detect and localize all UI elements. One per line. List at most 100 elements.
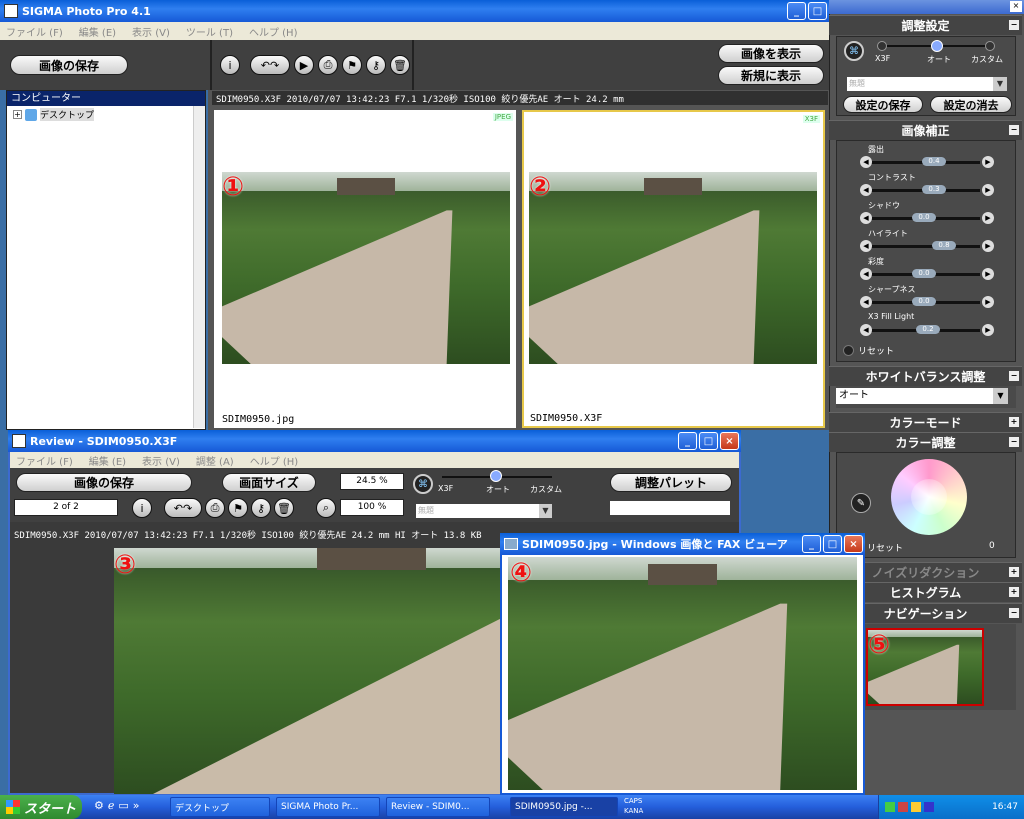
preset-select[interactable]: 無題 ▼: [847, 77, 1007, 91]
zoom-field[interactable]: 24.5 %: [340, 473, 404, 490]
tray-icon[interactable]: [885, 802, 895, 812]
review-mode-dot[interactable]: [490, 470, 502, 482]
minimize-button[interactable]: _: [802, 535, 821, 553]
task-desktop[interactable]: デスクトップ: [170, 797, 270, 817]
close-button[interactable]: ×: [844, 535, 863, 553]
palette-close-icon[interactable]: ×: [1010, 1, 1022, 12]
new-show-button[interactable]: 新規に表示: [718, 66, 824, 85]
tree-item-desktop[interactable]: + デスクトップ: [7, 106, 205, 123]
zoom-tool[interactable]: ⌕: [316, 498, 336, 518]
review-save-button[interactable]: 画像の保存: [16, 473, 192, 492]
minimize-button[interactable]: _: [678, 432, 697, 450]
folder-icon[interactable]: ▭: [118, 799, 128, 812]
minimize-button[interactable]: _: [787, 2, 806, 20]
maximize-button[interactable]: □: [808, 2, 827, 20]
more-icon[interactable]: »: [133, 799, 140, 812]
save-settings-button[interactable]: 設定の保存: [843, 96, 923, 113]
mode-icon[interactable]: ⌘: [844, 41, 864, 61]
print-icon[interactable]: ⎙: [318, 55, 338, 75]
collapse-icon[interactable]: −: [1009, 125, 1019, 135]
white-balance-select[interactable]: オート ▼: [836, 388, 1008, 404]
key-icon[interactable]: ⚷: [366, 55, 386, 75]
explorer-icon[interactable]: ⚙: [94, 799, 104, 812]
section-color-mode[interactable]: カラーモード +: [829, 412, 1022, 432]
collapse-icon[interactable]: −: [1009, 20, 1019, 30]
chevron-down-icon[interactable]: ▼: [993, 77, 1007, 91]
clear-settings-button[interactable]: 設定の消去: [930, 96, 1012, 113]
task-review[interactable]: Review - SDIM0...: [386, 797, 490, 817]
screen-size-button[interactable]: 画面サイズ: [222, 473, 316, 492]
palette-titlebar[interactable]: ×: [829, 0, 1024, 14]
flag-icon[interactable]: ⚑: [342, 55, 362, 75]
menu-file[interactable]: ファイル (F): [6, 24, 63, 39]
review-mode-icon[interactable]: ⌘: [413, 474, 433, 494]
expand-icon[interactable]: +: [1009, 417, 1019, 427]
slider-shadow[interactable]: シャドウ ◀ ▶ 0.0: [860, 200, 994, 228]
task-viewer[interactable]: SDIM0950.jpg -...: [510, 797, 618, 817]
chevron-down-icon[interactable]: ▼: [539, 504, 552, 518]
mode-dot-x3f[interactable]: [877, 41, 887, 51]
section-image-correction[interactable]: 画像補正 −: [829, 120, 1022, 140]
menu-view[interactable]: 表示 (V): [142, 453, 180, 468]
review-titlebar[interactable]: Review - SDIM0950.X3F _ □ ×: [8, 430, 741, 452]
slider-contrast[interactable]: コントラスト ◀ ▶ 0.3: [860, 172, 994, 200]
trash-icon[interactable]: 🗑: [390, 55, 410, 75]
print-icon[interactable]: ⎙: [205, 498, 225, 518]
collapse-icon[interactable]: −: [1009, 371, 1019, 381]
rotate-icon[interactable]: ↶↷: [164, 498, 202, 518]
slider-exposure[interactable]: 露出 ◀ ▶ 0.4: [860, 144, 994, 172]
close-button[interactable]: ×: [720, 432, 739, 450]
expand-icon[interactable]: +: [13, 110, 22, 119]
trash-icon[interactable]: 🗑: [274, 498, 294, 518]
section-white-balance[interactable]: ホワイトバランス調整 −: [829, 366, 1022, 386]
menu-adjust[interactable]: 調整 (A): [196, 453, 234, 468]
start-button[interactable]: スタート: [0, 795, 82, 819]
menu-help[interactable]: ヘルプ (H): [250, 453, 299, 468]
mode-dot-custom[interactable]: [985, 41, 995, 51]
menu-help[interactable]: ヘルプ (H): [249, 24, 298, 39]
show-image-button[interactable]: 画像を表示: [718, 44, 824, 63]
save-image-button[interactable]: 画像の保存: [10, 55, 128, 75]
tray-icon[interactable]: [911, 802, 921, 812]
slider-fill-light[interactable]: X3 Fill Light ◀ ▶ 0.2: [860, 312, 994, 340]
menu-tools[interactable]: ツール (T): [186, 24, 233, 39]
menu-edit[interactable]: 編集 (E): [89, 453, 126, 468]
review-info-button[interactable]: i: [132, 498, 152, 518]
maximize-button[interactable]: □: [823, 535, 842, 553]
slider-sharpness[interactable]: シャープネス ◀ ▶ 0.0: [860, 284, 994, 312]
info-button[interactable]: i: [220, 55, 240, 75]
review-photo[interactable]: [114, 548, 504, 794]
play-icon[interactable]: ▶: [294, 55, 314, 75]
collapse-icon[interactable]: −: [1009, 437, 1019, 447]
color-reset-label[interactable]: リセット: [867, 541, 903, 554]
tray-icon[interactable]: [898, 802, 908, 812]
mode-dot-auto[interactable]: [931, 40, 943, 52]
menu-edit[interactable]: 編集 (E): [79, 24, 116, 39]
ie-icon[interactable]: ℯ: [108, 799, 115, 812]
color-wheel[interactable]: [891, 459, 967, 535]
page-counter[interactable]: 2 of 2: [14, 499, 118, 516]
tray-icon[interactable]: [924, 802, 934, 812]
main-window-titlebar[interactable]: SIGMA Photo Pro 4.1 _ □: [0, 0, 829, 22]
ime-indicator[interactable]: CAPS KANA: [624, 796, 643, 816]
key-icon[interactable]: ⚷: [251, 498, 271, 518]
clock[interactable]: 16:47: [992, 802, 1018, 812]
reset-correction[interactable]: リセット: [843, 344, 894, 357]
section-adjust-settings[interactable]: 調整設定 −: [829, 15, 1022, 35]
slider-saturation[interactable]: 彩度 ◀ ▶ 0.0: [860, 256, 994, 284]
expand-icon[interactable]: +: [1009, 587, 1019, 597]
collapse-icon[interactable]: −: [1009, 608, 1019, 618]
slider-highlight[interactable]: ハイライト ◀ ▶ 0.8: [860, 228, 994, 256]
menu-view[interactable]: 表示 (V): [132, 24, 170, 39]
eyedropper-icon[interactable]: ✎: [851, 493, 871, 513]
expand-icon[interactable]: +: [1009, 567, 1019, 577]
zoom2-field[interactable]: 100 %: [340, 499, 404, 516]
section-color-adjust[interactable]: カラー調整 −: [829, 432, 1022, 452]
viewer-titlebar[interactable]: SDIM0950.jpg - Windows 画像と FAX ビューア _ □ …: [500, 533, 865, 555]
chevron-down-icon[interactable]: ▼: [993, 388, 1008, 404]
task-sigma[interactable]: SIGMA Photo Pr...: [276, 797, 380, 817]
adjust-palette-button[interactable]: 調整パレット: [610, 473, 732, 492]
tree-scrollbar[interactable]: [193, 106, 205, 428]
review-preset-select[interactable]: 無題 ▼: [416, 504, 552, 518]
flag-icon[interactable]: ⚑: [228, 498, 248, 518]
